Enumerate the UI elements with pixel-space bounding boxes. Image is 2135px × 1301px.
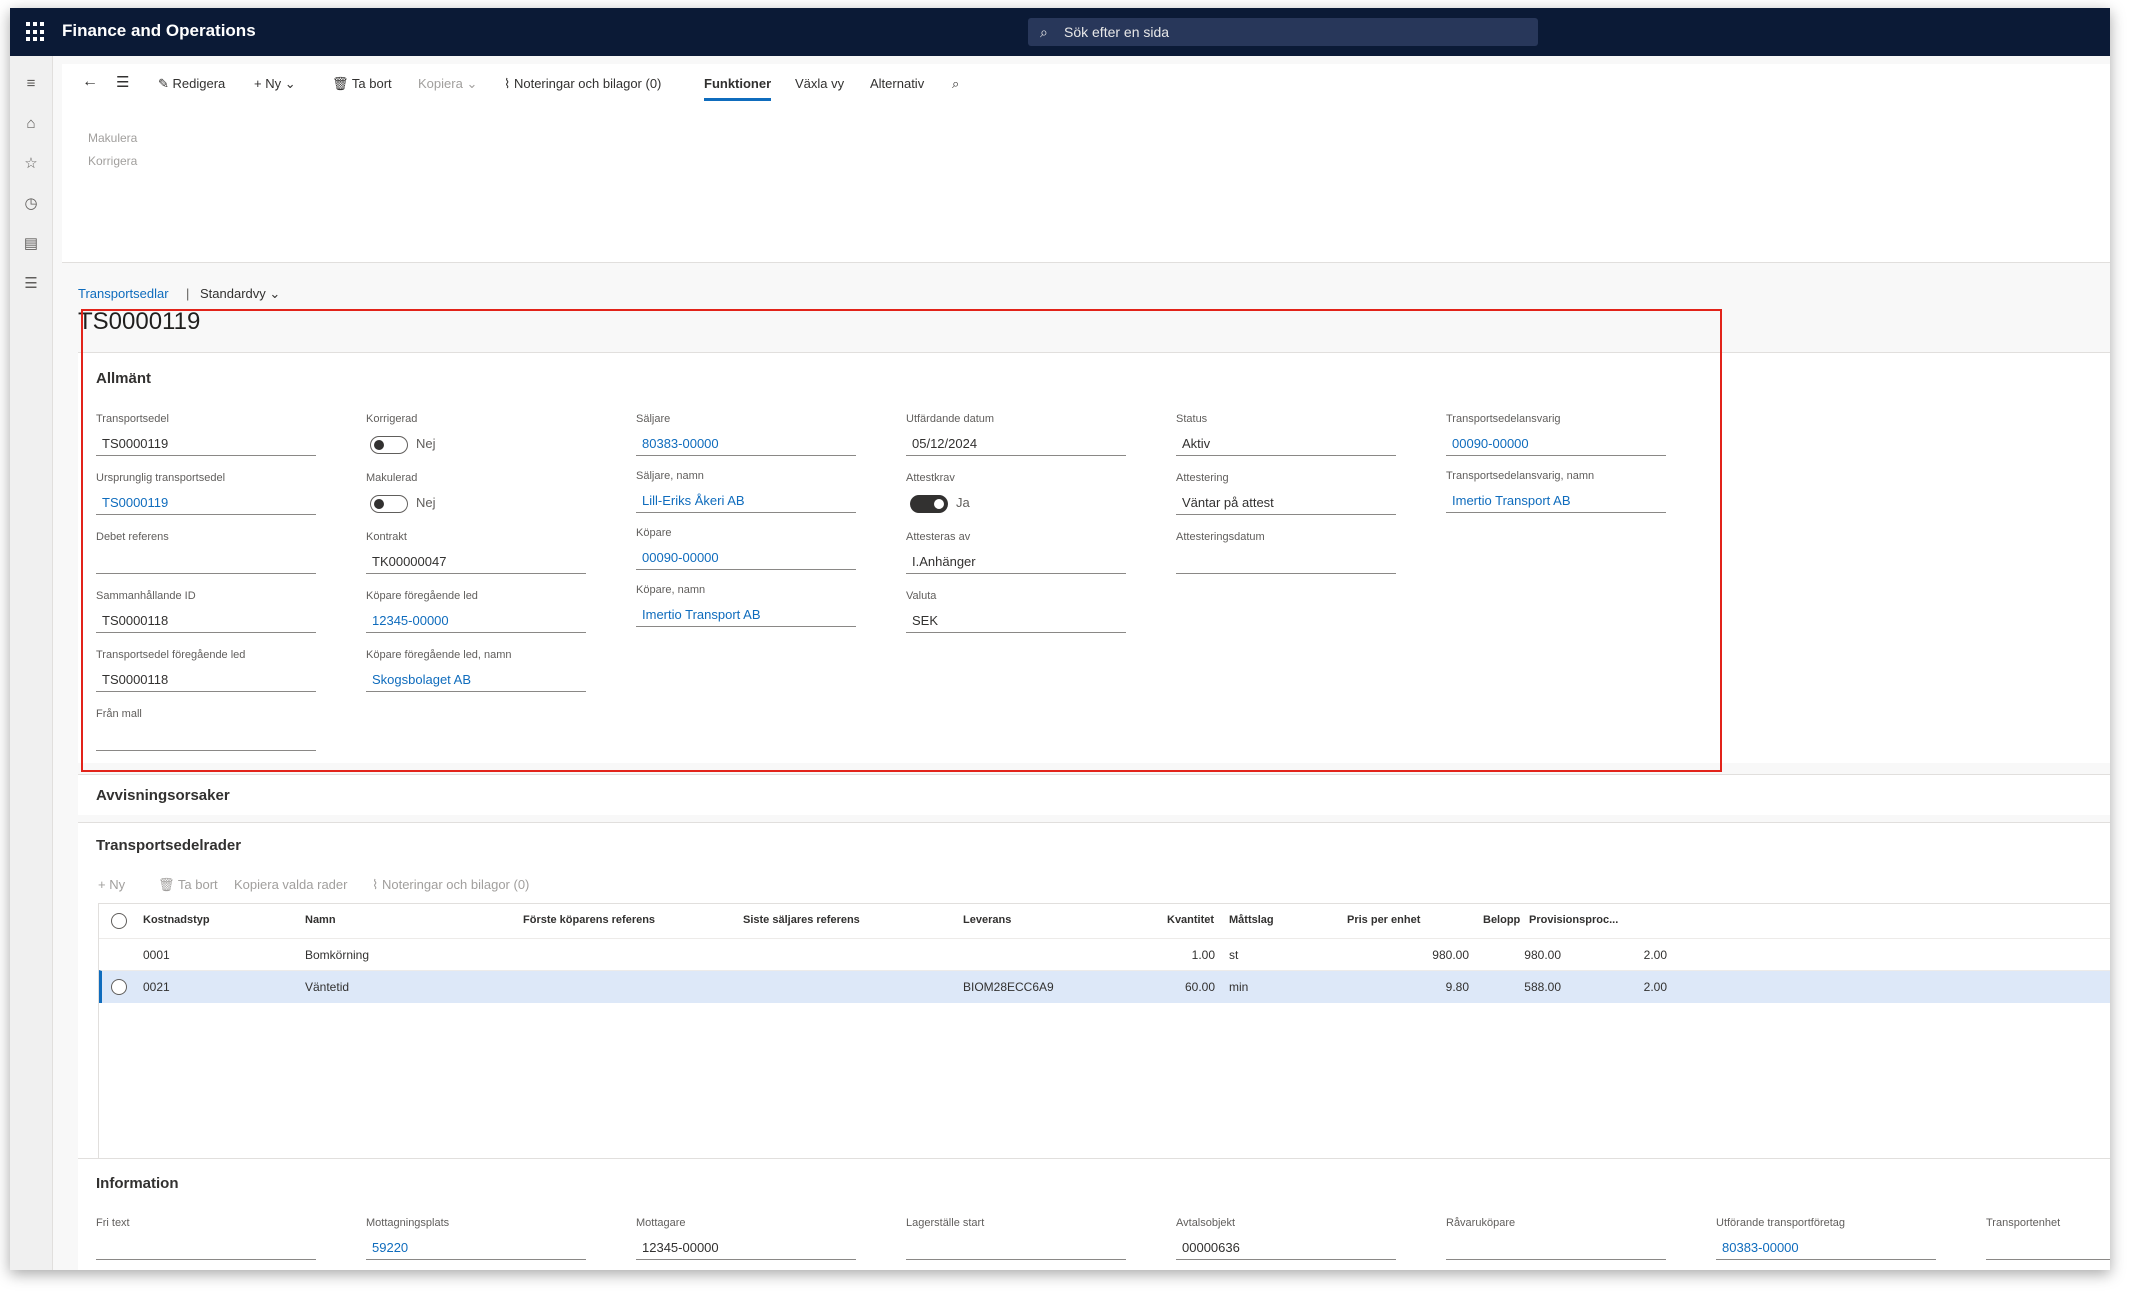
cancel-action[interactable]: Makulera [88,131,137,145]
app-launcher-icon[interactable] [26,22,46,42]
action-pane: ← ☰ ✎ Redigera + Ny ⌄ 🗑 Ta bort Kopiera … [62,64,2110,263]
select-all-radio[interactable] [111,913,127,929]
plus-icon: + [254,76,266,91]
field-receiver[interactable]: Mottagare 12345-00000 [636,1217,856,1260]
list-icon[interactable]: ☰ [116,73,129,91]
row-select-radio[interactable] [111,979,127,995]
field-free-text[interactable]: Fri text [96,1217,316,1260]
field-executing-carrier[interactable]: Utförande transportföretag 80383-00000 [1716,1217,1936,1260]
breadcrumb-separator: | [186,286,190,301]
modules-icon[interactable]: ☰ [21,274,41,294]
field-contract-object[interactable]: Avtalsobjekt 00000636 [1176,1217,1396,1260]
column-header[interactable]: Kvantitet [1167,914,1214,926]
paperclip-icon: ⌇ [372,877,382,892]
lines-copy-button[interactable]: Kopiera valda rader [234,877,347,892]
tab-options[interactable]: Alternativ [870,76,924,91]
lines-new-button[interactable]: + Ny [98,877,125,892]
column-header[interactable]: Belopp [1483,914,1520,926]
lines-grid: Kostnadstyp Namn Förste köparens referen… [98,903,2110,1161]
field-transport-unit[interactable]: Transportenhet [1986,1217,2110,1260]
column-header[interactable]: Förste köparens referens [523,914,655,926]
column-header[interactable]: Siste säljares referens [743,914,860,926]
chevron-down-icon: ⌄ [284,76,296,91]
section-header-information[interactable]: Information [96,1175,179,1192]
search-icon: ⌕ [1040,24,1048,40]
search-placeholder: Sök efter en sida [1064,24,1170,40]
trash-icon: 🗑 [332,76,352,91]
copy-button[interactable]: Kopiera ⌄ [418,76,477,92]
section-header-rejection[interactable]: Avvisningsorsaker [96,787,230,804]
menu-icon[interactable]: ≡ [21,74,41,94]
view-selector[interactable]: Standardvy ⌄ [200,286,280,302]
information-section: Information Fri text Mottagningsplats 592… [78,1158,2110,1270]
top-bar: Finance and Operations ⌕ Sök efter en si… [10,8,2110,56]
rejection-section: Avvisningsorsaker [78,774,2110,815]
chevron-down-icon: ⌄ [269,286,281,301]
lines-delete-button[interactable]: 🗑 Ta bort [158,877,218,893]
toolbar-search-icon[interactable]: ⌕ [952,76,959,92]
column-header[interactable]: Måttslag [1229,914,1274,926]
back-arrow-icon[interactable]: ← [82,73,98,91]
edit-button[interactable]: ✎ Redigera [158,76,225,92]
tab-functions[interactable]: Funktioner [704,76,772,101]
column-header[interactable]: Provisionsproc... [1529,914,1618,926]
field-warehouse-start[interactable]: Lagerställe start [906,1217,1126,1260]
lines-notes-button[interactable]: ⌇ Noteringar och bilagor (0) [372,877,529,893]
notes-button[interactable]: ⌇ Noteringar och bilagor (0) [504,76,661,92]
new-button[interactable]: + Ny ⌄ [254,76,296,92]
column-header[interactable]: Leverans [963,914,1011,926]
table-row[interactable]: 0001 Bomkörning 1.00 st 980.00 980.00 2.… [99,938,2110,971]
clock-icon[interactable]: ◷ [21,194,41,214]
table-row-selected[interactable]: 0021 Väntetid BIOM28ECC6A9 60.00 min 9.8… [99,970,2110,1003]
chevron-down-icon: ⌄ [466,76,478,91]
left-navigation: ≡ ⌂ ☆ ◷ ▤ ☰ [10,56,53,1270]
field-receiving-place[interactable]: Mottagningsplats 59220 [366,1217,586,1260]
search-box[interactable]: ⌕ Sök efter en sida [1028,18,1538,46]
home-icon[interactable]: ⌂ [21,114,41,134]
highlight-box [81,309,1722,772]
app-title: Finance and Operations [62,21,256,40]
field-raw-material-buyer[interactable]: Råvaruköpare [1446,1217,1666,1260]
delete-button[interactable]: 🗑 Ta bort [332,76,392,92]
pencil-icon: ✎ [158,76,173,91]
workspace-icon[interactable]: ▤ [21,234,41,254]
section-header-lines[interactable]: Transportsedelrader [96,837,241,854]
column-header[interactable]: Pris per enhet [1347,914,1420,926]
tab-switch-view[interactable]: Växla vy [795,76,844,91]
trash-icon: 🗑 [158,877,178,892]
breadcrumb-link[interactable]: Transportsedlar [78,286,169,301]
app-window: Finance and Operations ⌕ Sök efter en si… [10,8,2110,1270]
paperclip-icon: ⌇ [504,76,514,91]
correct-action[interactable]: Korrigera [88,154,137,168]
column-header[interactable]: Namn [305,914,336,926]
column-header[interactable]: Kostnadstyp [143,914,210,926]
star-icon[interactable]: ☆ [21,154,41,174]
